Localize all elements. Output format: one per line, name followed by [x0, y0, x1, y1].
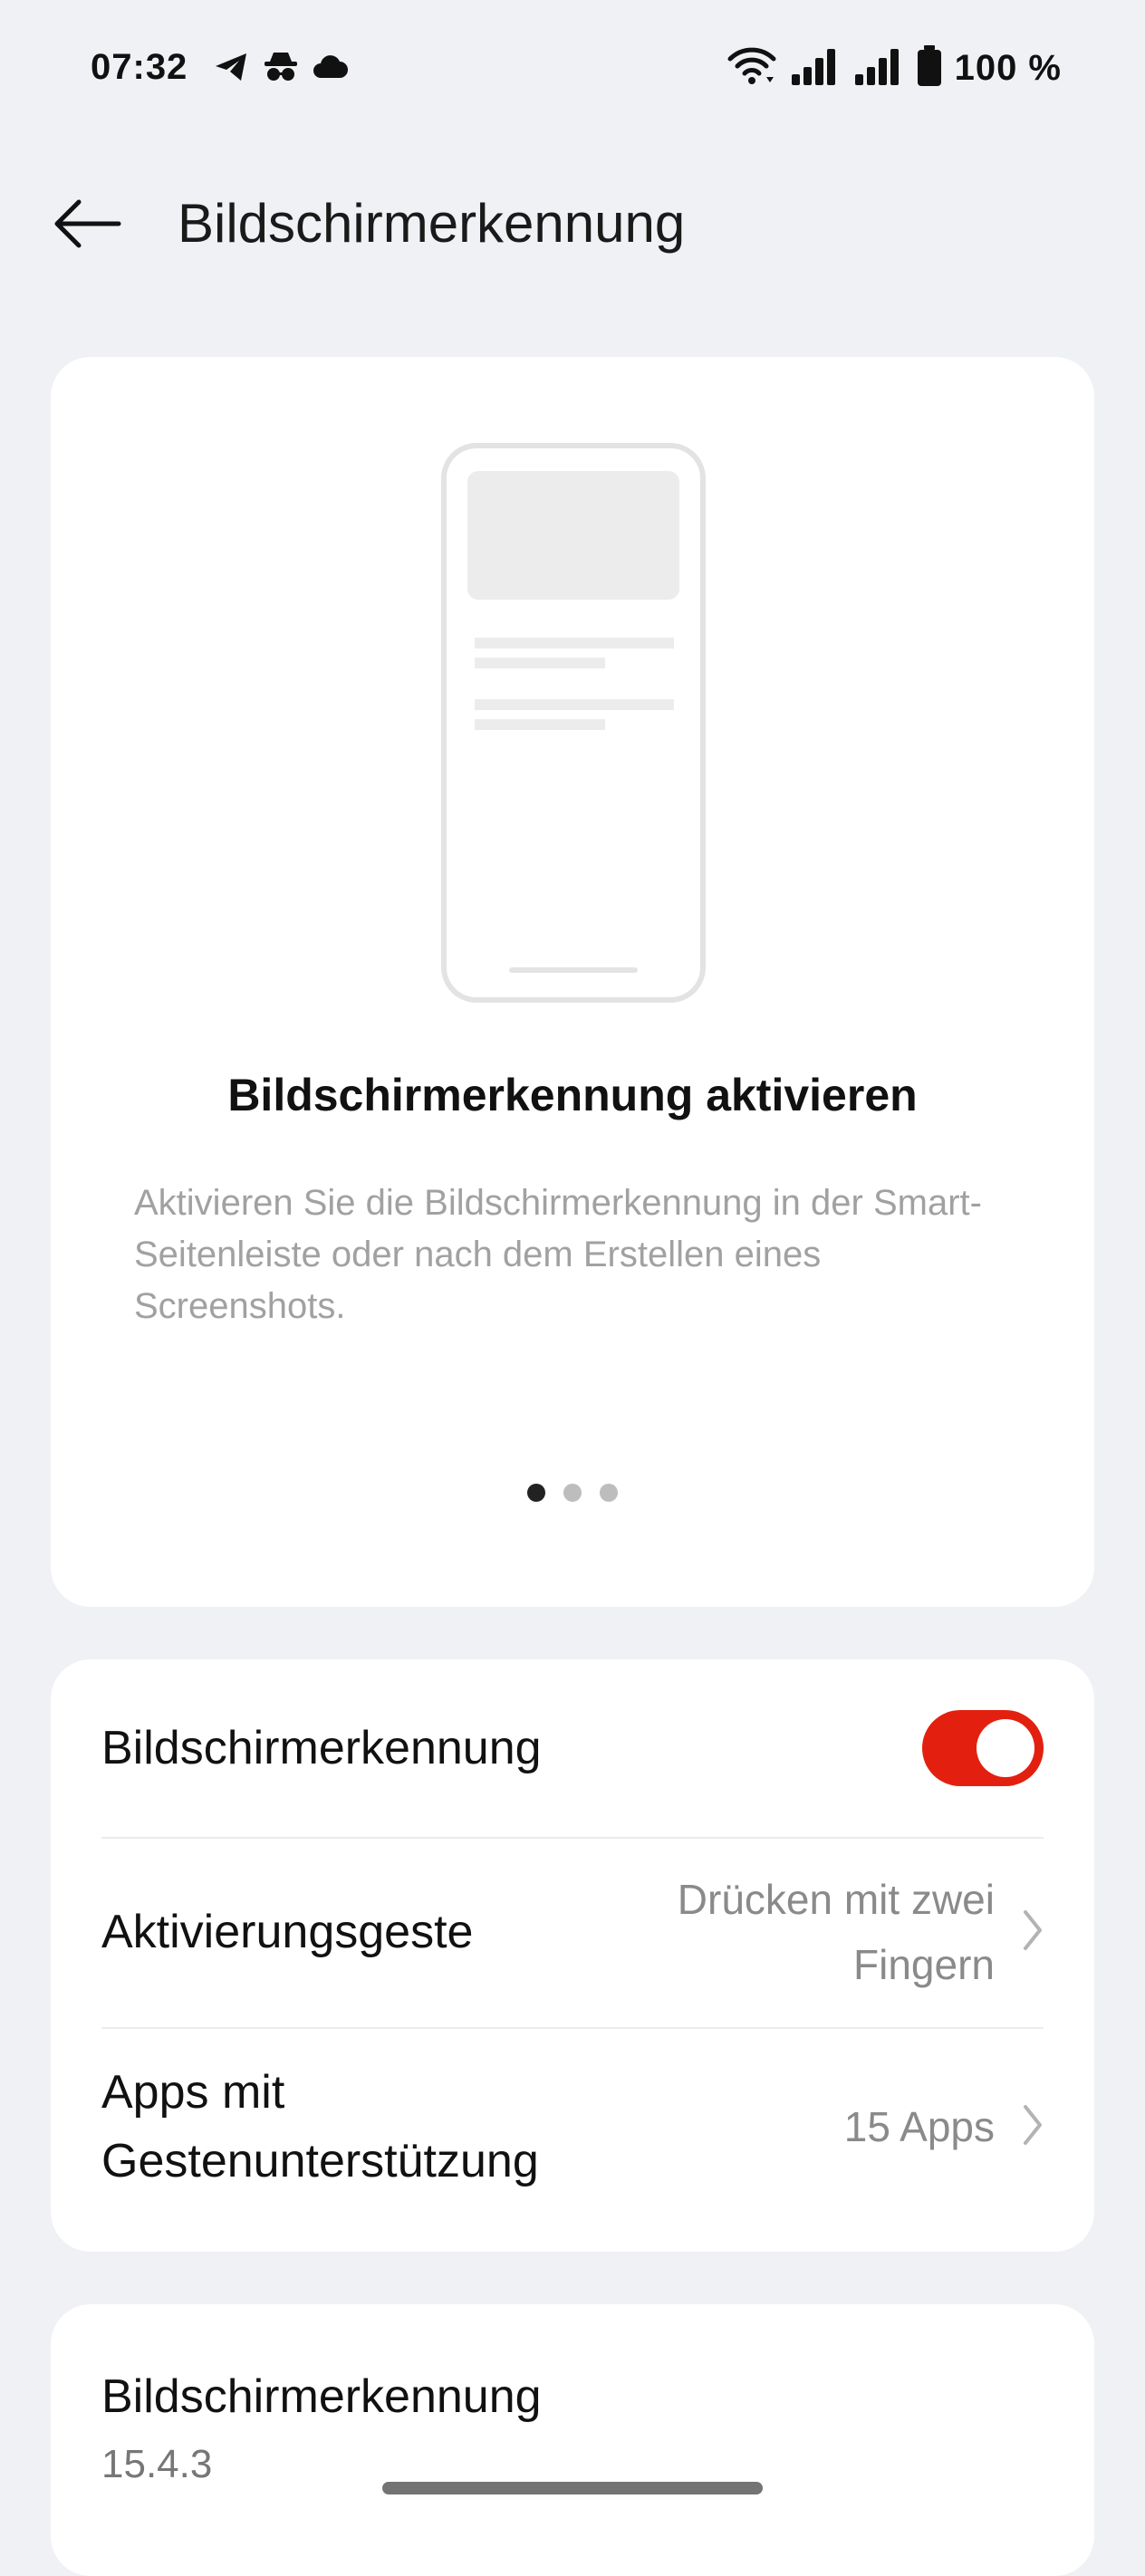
incognito-icon — [263, 51, 299, 88]
pager-dots[interactable] — [51, 1484, 1094, 1502]
page-title: Bildschirmerkennung — [178, 193, 686, 254]
toggle-knob — [977, 1719, 1034, 1777]
intro-description: Aktivieren Sie die Bildschirmerkennung i… — [134, 1183, 982, 1326]
app-bar: Bildschirmerkennung — [0, 172, 1145, 281]
signal-icon — [853, 47, 904, 90]
notification-icons — [214, 51, 348, 88]
version-card: Bildschirmerkennung 15.4.3 — [51, 2304, 1094, 2576]
chevron-right-icon — [1022, 2103, 1044, 2151]
cloud-icon — [312, 54, 348, 84]
pager-dot[interactable] — [600, 1484, 618, 1502]
setting-value-line: Fingern — [853, 1941, 995, 1988]
version-number: 15.4.3 — [101, 2442, 213, 2486]
version-title: Bildschirmerkennung — [101, 2370, 542, 2423]
setting-label-line: Gestenunterstützung — [101, 2135, 539, 2187]
status-time: 07:32 — [91, 47, 188, 87]
telegram-icon — [214, 52, 250, 87]
pager-dot[interactable] — [563, 1484, 582, 1502]
home-indicator[interactable] — [382, 2482, 763, 2494]
setting-value: 15 Apps — [843, 2103, 995, 2150]
chevron-right-icon — [1022, 1908, 1044, 1956]
battery-percentage: 100 % — [954, 48, 1062, 88]
settings-card: Bildschirmerkennung Aktivierungsgeste Dr… — [51, 1659, 1094, 2252]
setting-label-line: Apps mit — [101, 2066, 285, 2119]
setting-label: Aktivierungsgeste — [101, 1906, 474, 1958]
screen-recognition-toggle[interactable] — [922, 1710, 1044, 1786]
arrow-left-icon — [53, 198, 122, 254]
setting-value: Drücken mit zwei Fingern — [678, 1867, 995, 1997]
system-status: 100 % — [726, 45, 1062, 91]
wifi-icon — [726, 46, 777, 91]
setting-row-screen-recognition[interactable]: Bildschirmerkennung — [101, 1659, 1044, 1837]
status-bar: 07:32 100 % — [0, 0, 1145, 136]
setting-label: Bildschirmerkennung — [101, 1722, 542, 1774]
intro-card: Bildschirmerkennung aktivieren Aktiviere… — [51, 357, 1094, 1607]
pager-dot-active[interactable] — [527, 1484, 545, 1502]
phone-illustration — [440, 442, 707, 1008]
signal-icon — [790, 47, 841, 90]
setting-value-group: 15 Apps — [844, 2094, 1044, 2159]
battery-icon — [917, 45, 942, 91]
setting-row-activation-gesture[interactable]: Aktivierungsgeste Drücken mit zwei Finge… — [101, 1837, 1044, 2027]
setting-label: Apps mit Gestenunterstützung — [101, 2058, 539, 2196]
setting-value-line: Drücken mit zwei — [677, 1876, 995, 1923]
intro-heading: Bildschirmerkennung aktivieren — [227, 1070, 918, 1120]
setting-row-gesture-apps[interactable]: Apps mit Gestenunterstützung 15 Apps — [101, 2027, 1044, 2226]
back-button[interactable] — [47, 194, 129, 257]
setting-value-group: Drücken mit zwei Fingern — [678, 1867, 1044, 1997]
